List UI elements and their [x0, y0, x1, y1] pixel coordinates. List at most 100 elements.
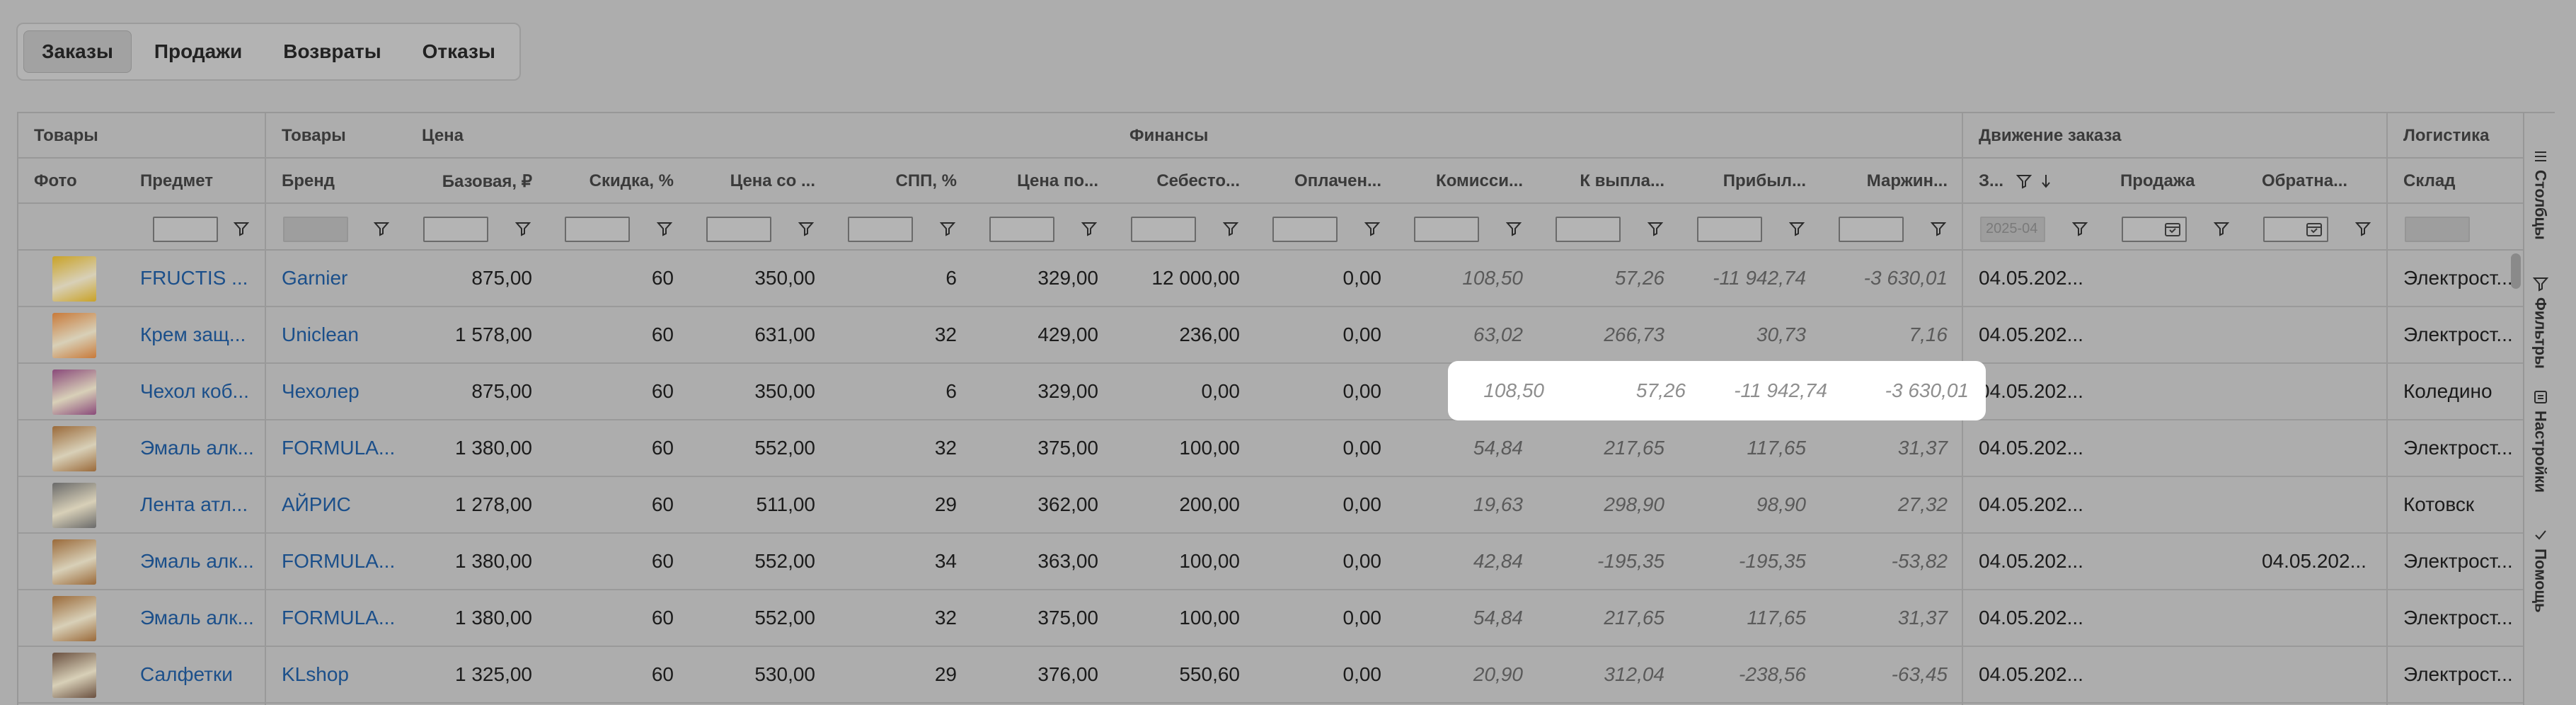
col-order-date[interactable]: З...: [1963, 159, 2105, 204]
col-warehouse[interactable]: Склад: [2388, 159, 2524, 204]
side-help-button[interactable]: Помощь: [2524, 527, 2556, 612]
filter-icon[interactable]: [374, 221, 389, 236]
cell-commission: 19,63: [1473, 493, 1523, 515]
table-row[interactable]: Эмаль алк... FORMULA... 1 380,00 60 552,00 32…: [18, 420, 2524, 477]
col-return[interactable]: Обратна...: [2246, 159, 2388, 204]
table-row[interactable]: Эмаль алк... FORMULA... 1 380,00 60 552,00 32…: [18, 590, 2524, 647]
filter-price-after-input[interactable]: [989, 217, 1054, 242]
cell-order-date: 04.05.202...: [1979, 607, 2083, 629]
col-discount[interactable]: Скидка, %: [548, 159, 689, 204]
filter-commission-input[interactable]: [1414, 217, 1479, 242]
cell-brand[interactable]: Чехолер: [266, 364, 406, 419]
product-thumbnail[interactable]: [52, 483, 96, 528]
col-base-price[interactable]: Базовая, ₽: [406, 159, 548, 204]
filter-active-icon[interactable]: [2016, 173, 2032, 189]
filter-margin-input[interactable]: [1839, 217, 1904, 242]
cell-subject[interactable]: Эмаль алк...: [125, 590, 266, 646]
sort-down-icon[interactable]: [2040, 173, 2052, 189]
table-row[interactable]: Эмаль алк... FORMULA... 1 380,00 60 552,00 34…: [18, 534, 2524, 590]
cell-brand[interactable]: FORMULA...: [266, 534, 406, 589]
tab-orders[interactable]: Заказы: [23, 30, 132, 73]
calendar-icon[interactable]: [2306, 222, 2323, 237]
product-thumbnail[interactable]: [52, 313, 96, 358]
table-row[interactable]: Крем защ... Uniclean 1 578,00 60 631,00 32 429…: [18, 307, 2524, 364]
filter-brand-input[interactable]: [283, 217, 348, 242]
filter-icon[interactable]: [798, 221, 814, 236]
col-photo[interactable]: Фото: [18, 159, 125, 204]
filter-icon[interactable]: [940, 221, 955, 236]
vertical-scrollbar[interactable]: [2511, 253, 2521, 289]
side-columns-button[interactable]: Столбцы: [2524, 149, 2556, 240]
calendar-icon[interactable]: [2164, 222, 2181, 237]
table-row[interactable]: Лента атл... АЙРИС 1 278,00 60 511,00 29 362,0…: [18, 477, 2524, 534]
filter-subject-input[interactable]: [153, 217, 218, 242]
tab-rejections[interactable]: Отказы: [404, 30, 514, 73]
col-price-after-spp[interactable]: Цена по...: [972, 159, 1114, 204]
filter-cost-input[interactable]: [1131, 217, 1196, 242]
filter-icon[interactable]: [1789, 221, 1805, 236]
filter-warehouse-input[interactable]: [2405, 217, 2470, 242]
table-row[interactable]: Салфетки KLshop 1 325,00 60 530,00 29 376,00 55…: [18, 647, 2524, 704]
filter-paid-input[interactable]: [1272, 217, 1338, 242]
filter-icon[interactable]: [1931, 221, 1946, 236]
product-thumbnail[interactable]: [52, 539, 96, 585]
cell-brand[interactable]: KLshop: [266, 647, 406, 702]
filter-icon[interactable]: [1506, 221, 1522, 236]
filter-spp-input[interactable]: [848, 217, 913, 242]
filter-icon[interactable]: [1223, 221, 1238, 236]
col-paid[interactable]: Оплачен...: [1255, 159, 1397, 204]
col-price-with-discount[interactable]: Цена со ...: [689, 159, 831, 204]
cell-return: [2246, 307, 2388, 362]
cell-brand[interactable]: FORMULA...: [266, 590, 406, 646]
cell-brand[interactable]: Uniclean: [266, 307, 406, 362]
side-filters-button[interactable]: Фильтры: [2524, 276, 2556, 369]
product-thumbnail[interactable]: [52, 653, 96, 698]
cell-subject[interactable]: Крем защ...: [125, 307, 266, 362]
filter-icon[interactable]: [1081, 221, 1097, 236]
filter-icon[interactable]: [657, 221, 672, 236]
cell-brand[interactable]: FORMULA...: [266, 420, 406, 476]
table-row[interactable]: FRUCTIS ... Garnier 875,00 60 350,00 6 329,00 1…: [18, 251, 2524, 307]
col-profit[interactable]: Прибыл...: [1680, 159, 1822, 204]
col-to-pay[interactable]: К выпла...: [1539, 159, 1680, 204]
product-thumbnail[interactable]: [52, 426, 96, 471]
col-commission[interactable]: Комисси...: [1397, 159, 1539, 204]
filter-icon[interactable]: [2355, 221, 2371, 236]
col-subject[interactable]: Предмет: [125, 159, 266, 204]
cell-subject[interactable]: Лента атл...: [125, 477, 266, 532]
cell-brand[interactable]: АЙРИС: [266, 477, 406, 532]
col-spp[interactable]: СПП, %: [831, 159, 972, 204]
product-thumbnail[interactable]: [52, 369, 96, 415]
cell-subject[interactable]: FRUCTIS ...: [125, 251, 266, 306]
filter-return-input[interactable]: [2263, 217, 2328, 242]
cell-brand[interactable]: Garnier: [266, 251, 406, 306]
filter-order-date-input[interactable]: 2025-04: [1980, 217, 2045, 242]
filter-discount-input[interactable]: [565, 217, 630, 242]
filter-icon[interactable]: [234, 221, 249, 236]
filter-icon[interactable]: [515, 221, 531, 236]
filter-profit-input[interactable]: [1697, 217, 1762, 242]
filter-icon[interactable]: [2214, 221, 2229, 236]
table-row[interactable]: Чехол коб... Чехолер 875,00 60 350,00 6 329,00…: [18, 364, 2524, 420]
cell-subject[interactable]: Салфетки: [125, 647, 266, 702]
col-cost[interactable]: Себесто...: [1114, 159, 1255, 204]
filter-icon[interactable]: [2072, 221, 2088, 236]
cell-subject[interactable]: Эмаль алк...: [125, 420, 266, 476]
cell-subject[interactable]: Чехол коб...: [125, 364, 266, 419]
side-settings-button[interactable]: Настройки: [2524, 389, 2556, 493]
filter-to-pay-input[interactable]: [1556, 217, 1621, 242]
filter-sale-input[interactable]: [2122, 217, 2187, 242]
product-thumbnail[interactable]: [52, 596, 96, 641]
filter-icon[interactable]: [1364, 221, 1380, 236]
filter-base-price-input[interactable]: [423, 217, 488, 242]
filter-icon[interactable]: [1648, 221, 1663, 236]
cell-discount: 60: [651, 607, 674, 629]
col-sale[interactable]: Продажа: [2105, 159, 2246, 204]
tab-sales[interactable]: Продажи: [136, 30, 260, 73]
cell-subject[interactable]: Эмаль алк...: [125, 534, 266, 589]
col-brand[interactable]: Бренд: [266, 159, 406, 204]
filter-price-with-input[interactable]: [706, 217, 771, 242]
col-margin[interactable]: Маржин...: [1822, 159, 1963, 204]
tab-returns[interactable]: Возвраты: [265, 30, 399, 73]
product-thumbnail[interactable]: [52, 256, 96, 302]
